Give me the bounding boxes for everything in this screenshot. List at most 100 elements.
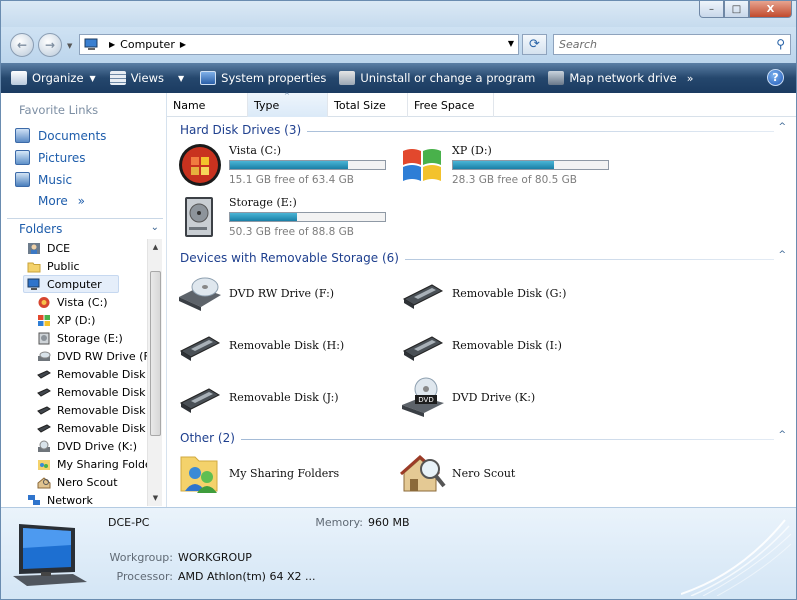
path-arrow[interactable]: ▶	[180, 40, 186, 49]
tree-item-label: DVD Drive (K:)	[57, 439, 138, 453]
tree-item-label: Network	[47, 493, 93, 507]
collapse-group-button[interactable]: ^	[778, 430, 786, 440]
minimize-button[interactable]: –	[699, 1, 724, 18]
hard-drive-icon	[177, 195, 223, 239]
drive-tile-storage[interactable]: Storage (E:) 50.3 GB free of 88.8 GB	[177, 195, 386, 239]
views-label: Views	[130, 71, 164, 85]
column-header-total-size[interactable]: Total Size	[328, 93, 408, 117]
drive-usage-fill	[453, 161, 554, 169]
folder-tree-scrollbar[interactable]: ▲ ▼	[147, 239, 162, 506]
address-bar[interactable]: ▶ Computer ▶ ▼	[79, 34, 519, 55]
favorite-link-pictures[interactable]: Pictures	[15, 150, 86, 165]
memory-label: Memory:	[315, 516, 363, 529]
tree-item-storage[interactable]: Storage (E:)	[37, 329, 147, 347]
folders-header[interactable]: Folders ⌄	[7, 218, 163, 238]
decorative-swirl-icon	[681, 519, 791, 596]
tree-item-dvd-drive[interactable]: DVD Drive (K:)	[37, 437, 147, 455]
refresh-button[interactable]: ⟳	[522, 34, 547, 55]
title-bar[interactable]: – □ X	[1, 1, 796, 27]
scroll-thumb[interactable]	[150, 271, 161, 436]
group-hard-disk-drives[interactable]: Hard Disk Drives (3) ^	[167, 119, 796, 139]
sort-caret-icon: ^	[284, 92, 290, 100]
chevron-down-icon: ▼	[89, 73, 96, 83]
views-menu[interactable]: Views ▼	[109, 71, 184, 85]
path-root-arrow[interactable]: ▶	[109, 40, 115, 49]
favorite-link-documents[interactable]: Documents	[15, 128, 106, 143]
scroll-up-button[interactable]: ▲	[148, 239, 163, 255]
more-links[interactable]: More »	[38, 194, 85, 208]
drive-tile-vista[interactable]: Vista (C:) 15.1 GB free of 63.4 GB	[177, 143, 386, 187]
breadcrumb-computer[interactable]: Computer	[120, 38, 175, 51]
column-header-type[interactable]: ^ Type	[248, 92, 328, 117]
tree-item-dvd-rw[interactable]: DVD RW Drive (F	[37, 347, 147, 365]
removable-disk-icon	[400, 271, 446, 315]
help-button[interactable]: ?	[767, 69, 784, 86]
explorer-window: – □ X ← → ▼ ▶ Computer ▶ ▼ ⟳ Search ⚲ Or…	[0, 0, 797, 600]
other-tile-nero-scout[interactable]: Nero Scout	[399, 451, 515, 495]
close-button[interactable]: X	[749, 1, 792, 18]
dvd-drive-icon: DVD	[400, 375, 446, 419]
nero-scout-icon	[399, 451, 446, 495]
drive-free-space: 15.1 GB free of 63.4 GB	[229, 174, 354, 186]
more-label: More	[38, 194, 68, 208]
system-properties-button[interactable]: System properties	[200, 71, 326, 85]
favorite-link-label: Music	[38, 172, 73, 187]
collapse-group-button[interactable]: ^	[778, 250, 786, 260]
group-removable-storage[interactable]: Devices with Removable Storage (6) ^	[167, 247, 796, 267]
toolbar-overflow-button[interactable]: »	[687, 72, 694, 85]
search-input[interactable]: Search ⚲	[553, 34, 791, 55]
user-folder-icon	[28, 242, 40, 254]
tree-item-label: Computer	[47, 277, 102, 291]
dvd-drive-icon	[38, 440, 50, 452]
favorite-link-music[interactable]: Music	[15, 172, 72, 187]
tree-item-network[interactable]: Network	[27, 491, 147, 506]
tree-item-removable[interactable]: Removable Disk (	[37, 365, 147, 383]
tree-item-vista[interactable]: Vista (C:)	[37, 293, 147, 311]
device-tile-removable-g[interactable]: Removable Disk (G:)	[400, 271, 566, 315]
more-chevron-icon: »	[77, 194, 85, 208]
tree-item-sharing-folders[interactable]: My Sharing Folde	[37, 455, 147, 473]
tree-item-public[interactable]: Public	[27, 257, 147, 275]
collapse-group-button[interactable]: ^	[778, 122, 786, 132]
device-tile-removable-i[interactable]: Removable Disk (I:)	[400, 323, 562, 367]
tree-item-removable[interactable]: Removable Disk (	[37, 419, 147, 437]
device-tile-dvd-drive[interactable]: DVD DVD Drive (K:)	[400, 375, 535, 419]
address-dropdown[interactable]: ▼	[508, 39, 514, 48]
system-properties-icon	[200, 71, 217, 85]
organize-menu[interactable]: Organize ▼	[11, 71, 96, 85]
tree-item-removable[interactable]: Removable Disk (	[37, 383, 147, 401]
favorite-links-title: Favorite Links	[19, 103, 99, 117]
back-button[interactable]: ←	[10, 33, 34, 57]
vista-drive-icon	[177, 143, 223, 187]
scroll-down-button[interactable]: ▼	[148, 490, 163, 506]
device-tile-dvd-rw[interactable]: DVD RW Drive (F:)	[177, 271, 334, 315]
column-header-name[interactable]: Name	[167, 93, 248, 117]
removable-disk-icon	[37, 405, 51, 415]
search-icon[interactable]: ⚲	[776, 37, 785, 51]
recent-pages-dropdown[interactable]: ▼	[67, 42, 72, 50]
tree-item-label: My Sharing Folde	[57, 457, 147, 471]
details-pane: DCE-PC Memory: 960 MB Workgroup: WORKGRO…	[1, 507, 796, 599]
drive-usage-bar	[452, 160, 609, 170]
sharing-folders-icon	[38, 459, 50, 470]
tree-item-computer[interactable]: Computer	[23, 275, 119, 293]
tree-item-xp[interactable]: XP (D:)	[37, 311, 147, 329]
device-tile-removable-j[interactable]: Removable Disk (J:)	[177, 375, 339, 419]
drive-free-space: 28.3 GB free of 80.5 GB	[452, 174, 577, 186]
uninstall-label: Uninstall or change a program	[360, 71, 536, 85]
uninstall-button[interactable]: Uninstall or change a program	[339, 71, 535, 85]
maximize-button[interactable]: □	[724, 1, 749, 18]
drive-tile-xp[interactable]: XP (D:) 28.3 GB free of 80.5 GB	[400, 143, 609, 187]
tree-item-removable[interactable]: Removable Disk (	[37, 401, 147, 419]
column-header-free-space[interactable]: Free Space	[408, 93, 494, 117]
device-tile-removable-h[interactable]: Removable Disk (H:)	[177, 323, 344, 367]
network-drive-icon	[548, 71, 565, 85]
tree-item-dce[interactable]: DCE	[27, 239, 147, 257]
group-other[interactable]: Other (2) ^	[167, 427, 796, 447]
uninstall-icon	[339, 71, 356, 85]
tree-item-nero-scout[interactable]: Nero Scout	[37, 473, 147, 491]
other-tile-sharing-folders[interactable]: My Sharing Folders	[177, 451, 339, 495]
forward-button[interactable]: →	[38, 33, 62, 57]
map-network-drive-button[interactable]: Map network drive	[548, 71, 677, 85]
favorite-link-label: Pictures	[38, 150, 86, 165]
